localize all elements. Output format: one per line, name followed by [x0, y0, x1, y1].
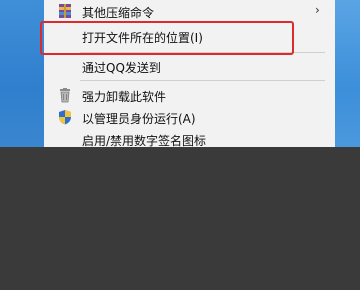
menu-separator — [80, 80, 325, 81]
desktop-background-right — [335, 0, 360, 147]
trash-icon — [57, 87, 73, 103]
menu-item-label: 以管理员身份运行(A) — [82, 112, 196, 126]
menu-item-label: 通过QQ发送到 — [82, 61, 161, 75]
archive-icon — [57, 3, 73, 19]
menu-item-label: 强力卸载此软件 — [82, 90, 167, 104]
menu-item-force-uninstall[interactable]: 强力卸载此软件 — [44, 84, 335, 108]
menu-item-run-as-administrator[interactable]: 以管理员身份运行(A) — [44, 106, 335, 130]
uac-shield-icon — [57, 109, 73, 125]
menu-item-label: 其他压缩命令 — [82, 6, 155, 20]
highlight-annotation-box — [40, 21, 294, 55]
desktop-background-left — [0, 0, 44, 147]
submenu-arrow-icon: › — [315, 3, 320, 17]
menu-item-label: 启用/禁用数字签名图标 — [82, 134, 207, 147]
menu-item-send-via-qq[interactable]: 通过QQ发送到 — [44, 55, 335, 79]
menu-item-toggle-digital-signature-icon[interactable]: 启用/禁用数字签名图标 — [44, 128, 335, 147]
